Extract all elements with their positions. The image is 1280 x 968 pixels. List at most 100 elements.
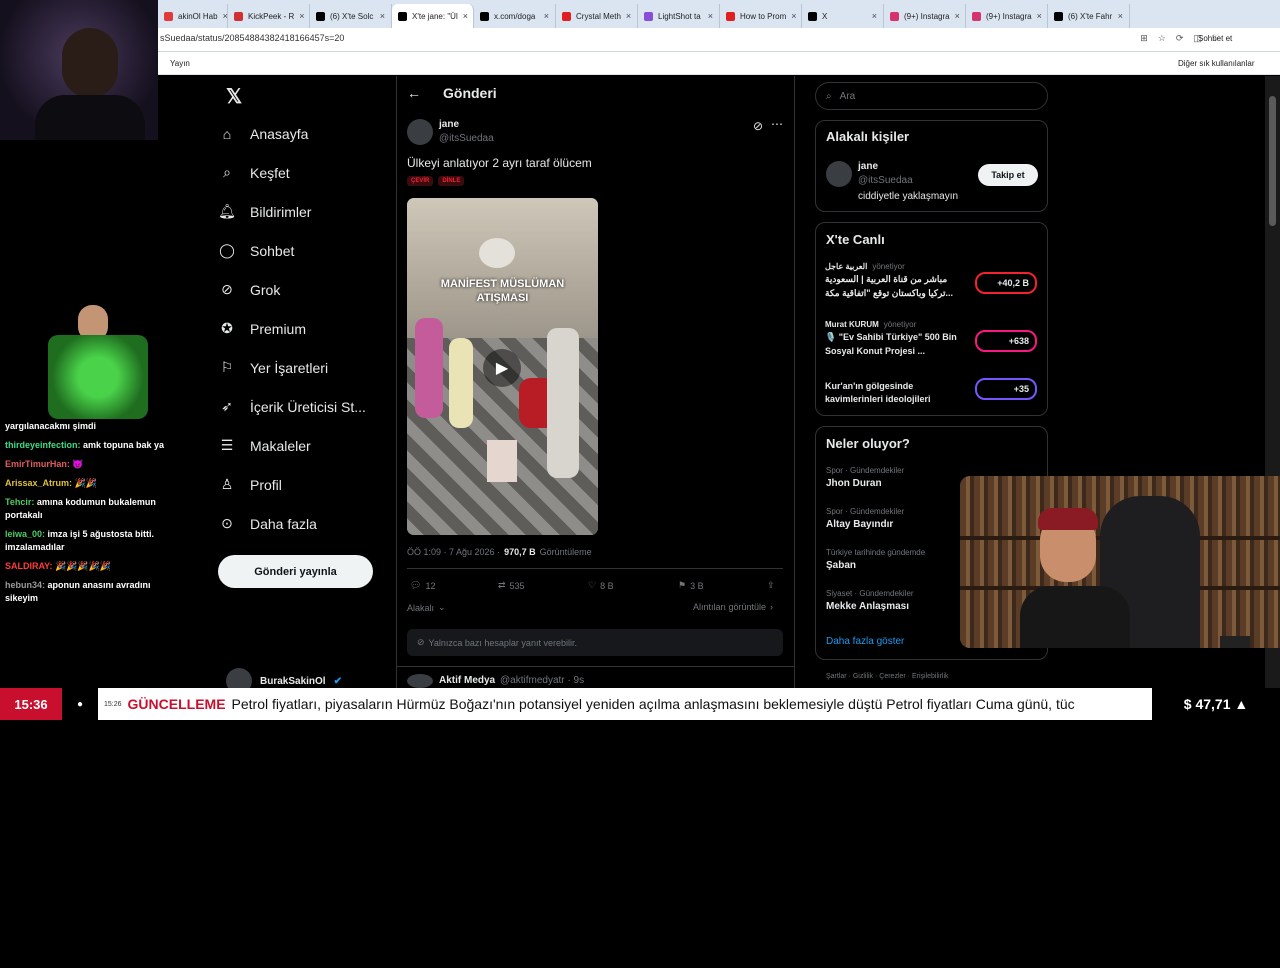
- browser-tab[interactable]: LightShot ta ×: [638, 4, 720, 28]
- x-logo[interactable]: 𝕏: [226, 84, 242, 109]
- nav-item-label: Makaleler: [250, 437, 311, 454]
- live-listener-pill[interactable]: +35: [975, 378, 1037, 400]
- back-arrow-icon[interactable]: ←: [407, 85, 421, 101]
- browser-tab[interactable]: (9+) Instagra ×: [966, 4, 1048, 28]
- bookmark-icon: ⚑: [678, 580, 687, 590]
- tab-favicon-icon: [726, 11, 735, 21]
- nav-item[interactable]: ♙ Profil: [218, 465, 388, 504]
- browser-tab[interactable]: How to Prom ×: [720, 4, 802, 28]
- url-text[interactable]: sSuedaa/status/20854884382418166457s=20: [160, 33, 344, 43]
- next-author-avatar[interactable]: [407, 674, 433, 688]
- refresh-icon[interactable]: ⟳: [1176, 33, 1184, 44]
- tag-listen[interactable]: DİNLE: [438, 176, 465, 186]
- page-title: Gönderi: [443, 85, 497, 101]
- reply-action[interactable]: 💬︎ 12: [410, 580, 435, 591]
- close-icon[interactable]: ×: [955, 11, 960, 21]
- close-icon[interactable]: ×: [1118, 11, 1123, 21]
- timestamp[interactable]: ÖÖ 1:09 · 7 Ağu 2026 ·: [407, 547, 500, 557]
- sohbet-button[interactable]: Sohbet et: [1198, 34, 1232, 43]
- close-icon[interactable]: ×: [463, 11, 468, 21]
- live-title: X'te Canlı: [826, 232, 885, 247]
- related-avatar[interactable]: [826, 161, 852, 187]
- live-listener-pill[interactable]: +638: [975, 330, 1037, 352]
- close-icon[interactable]: ×: [708, 11, 713, 21]
- quotes-link[interactable]: Alıntıları görüntüle ›: [693, 602, 773, 612]
- nav-item[interactable]: ➶ İçerik Üreticisi St...: [218, 387, 388, 426]
- author-handle[interactable]: @itsSuedaa: [439, 133, 494, 144]
- reply-restricted-text: Yalnızca bazı hesaplar yanıt verebilir.: [428, 637, 577, 648]
- browser-tab[interactable]: Crystal Meth ×: [556, 4, 638, 28]
- grok-icon[interactable]: ⊘: [753, 119, 763, 133]
- browser-tab[interactable]: x.com/doga ×: [474, 4, 556, 28]
- nav-item[interactable]: 🔔︎ Bildirimler: [218, 192, 388, 231]
- nav-item[interactable]: ✪ Premium: [218, 309, 388, 348]
- bookmark-yayin[interactable]: Yayın: [170, 59, 190, 68]
- next-author-name[interactable]: Aktif Medya: [439, 675, 495, 686]
- like-action[interactable]: ♡ 8 B: [588, 580, 614, 591]
- chat-username: Tehcir:: [5, 497, 35, 507]
- footer-links[interactable]: Şartlar · Gizlilik · Çerezler · Erişileb…: [826, 673, 949, 680]
- related-name[interactable]: jane: [858, 161, 878, 172]
- close-icon[interactable]: ×: [380, 11, 385, 21]
- post-button[interactable]: Gönderi yayınla: [218, 555, 373, 588]
- tag-translate[interactable]: ÇEVİR: [407, 176, 434, 186]
- ticker-label: GÜNCELLEME: [127, 696, 226, 712]
- follow-button[interactable]: Takip et: [978, 164, 1038, 186]
- browser-tab[interactable]: X'te jane: "Ül ×: [392, 4, 474, 28]
- left-nav: ⌂ Anasayfa ⌕ Keşfet 🔔︎ Bildirimler ◯ Sohbet ⊘ Gro…: [218, 114, 388, 543]
- live-listener-pill[interactable]: +40,2 B: [975, 272, 1037, 294]
- post-meta: ÖÖ 1:09 · 7 Ağu 2026 · 970,7 B Görüntüle…: [407, 547, 592, 557]
- browser-tab[interactable]: akinOl Hab ×: [158, 4, 228, 28]
- related-dropdown[interactable]: Alakalı ⌄: [407, 602, 446, 613]
- browser-tab[interactable]: (6) X'te Solc ×: [310, 4, 392, 28]
- browser-tab[interactable]: (6) X'te Fahr ×: [1048, 4, 1130, 28]
- quotes-label: Alıntıları görüntüle: [693, 602, 767, 612]
- related-handle[interactable]: @itsSuedaa: [858, 175, 913, 186]
- like-count: 8 B: [600, 580, 614, 591]
- extension-icon[interactable]: ⊞: [1140, 33, 1148, 44]
- chat-message: thirdeyeinfection: amk topuna bak ya: [5, 439, 170, 452]
- nav-item-label: Anasayfa: [250, 125, 309, 142]
- nav-item[interactable]: ◯ Sohbet: [218, 231, 388, 270]
- more-icon: ⊙: [221, 515, 233, 531]
- share-icon[interactable]: ⇪: [767, 580, 775, 591]
- bookmark-other[interactable]: Diğer sık kullanılanlar: [1178, 59, 1254, 68]
- ticker-small-time: 15:26: [104, 700, 122, 708]
- nav-item[interactable]: ☰ Makaleler: [218, 426, 388, 465]
- nav-item[interactable]: ⌕ Keşfet: [218, 153, 388, 192]
- browser-tab[interactable]: (9+) Instagra ×: [884, 4, 966, 28]
- live-item[interactable]: العربية عاجل yönetiyor مباشر من قناة العرب…: [815, 258, 1048, 316]
- live-item[interactable]: Murat KURUM yönetiyor 🎙️ "Ev Sahibi Türkiy…: [815, 316, 1048, 374]
- nav-item[interactable]: ⌂ Anasayfa: [218, 114, 388, 153]
- post-video[interactable]: MANİFEST MÜSLÜMAN ATIŞMASI ▶: [407, 198, 598, 535]
- browser-tab[interactable]: X ×: [802, 4, 884, 28]
- nav-item[interactable]: ⊘ Grok: [218, 270, 388, 309]
- repost-action[interactable]: ⇄ 535: [498, 580, 525, 591]
- tab-label: (6) X'te Solc: [330, 11, 374, 21]
- close-icon[interactable]: ×: [544, 11, 549, 21]
- close-icon[interactable]: ×: [872, 11, 877, 21]
- nav-item[interactable]: ⊙ Daha fazla: [218, 504, 388, 543]
- chat-username: thirdeyeinfection:: [5, 440, 81, 450]
- tab-label: X: [822, 11, 828, 21]
- live-item[interactable]: Kur'an'ın gölgesinde kavimlerinleri ideol…: [815, 374, 1048, 424]
- close-icon[interactable]: ×: [299, 11, 304, 21]
- related-bio: ciddiyetle yaklaşmayın: [858, 191, 959, 202]
- close-icon[interactable]: ×: [791, 11, 796, 21]
- play-icon[interactable]: ▶: [483, 349, 521, 387]
- browser-tab[interactable]: KickPeek - R ×: [228, 4, 310, 28]
- more-icon[interactable]: ⋯: [771, 117, 783, 131]
- star-icon[interactable]: ☆: [1158, 33, 1166, 44]
- live-title-line: Sosyal Konut Projesi ...: [825, 346, 926, 356]
- live-host-name: Murat KURUM: [825, 320, 879, 329]
- show-more-link[interactable]: Daha fazla göster: [826, 636, 904, 647]
- author-avatar[interactable]: [407, 119, 433, 145]
- bookmark-action[interactable]: ⚑ 3 B: [678, 580, 704, 591]
- close-icon[interactable]: ×: [1037, 11, 1042, 21]
- next-author-handle[interactable]: @aktifmedyatr · 9s: [500, 675, 584, 686]
- search-box[interactable]: ⌕ Ara: [815, 82, 1048, 110]
- tab-favicon-icon: [164, 11, 173, 21]
- author-name[interactable]: jane: [439, 119, 459, 130]
- nav-item[interactable]: ⚐ Yer İşaretleri: [218, 348, 388, 387]
- close-icon[interactable]: ×: [626, 11, 631, 21]
